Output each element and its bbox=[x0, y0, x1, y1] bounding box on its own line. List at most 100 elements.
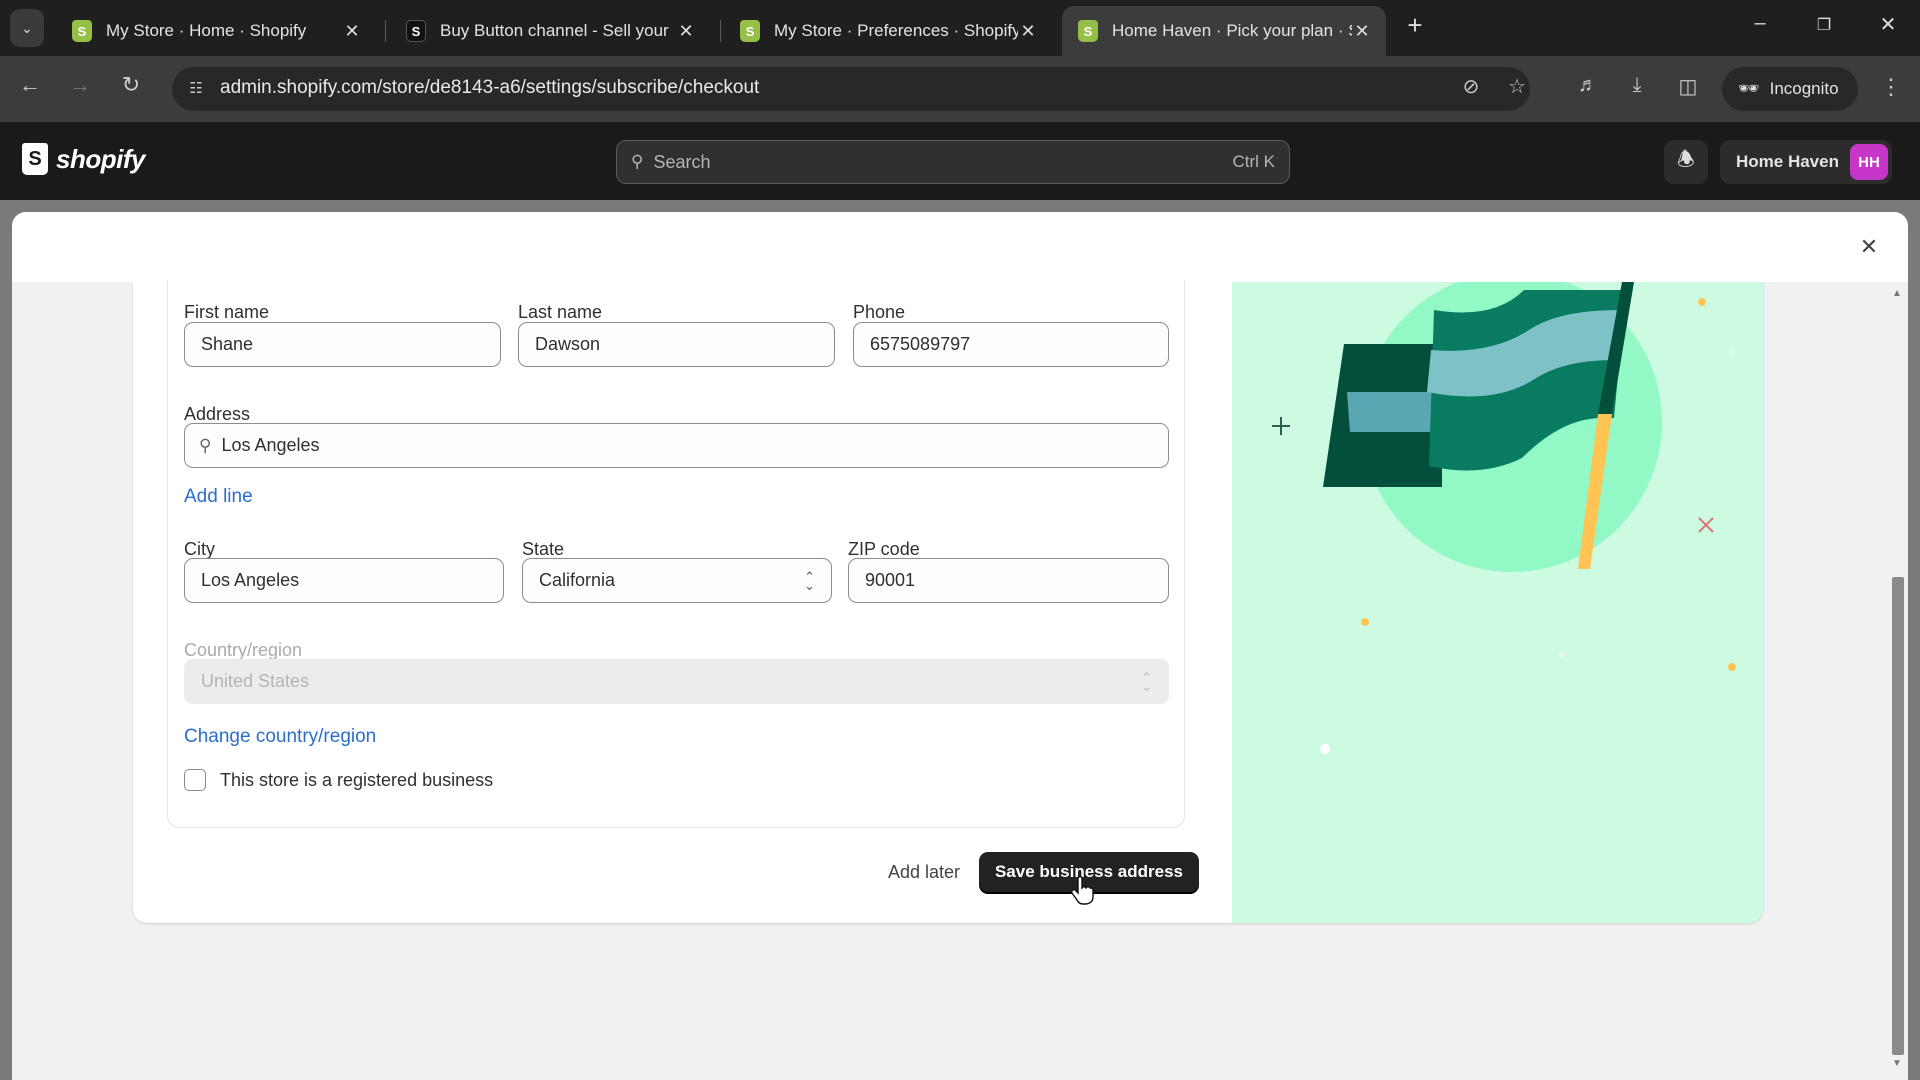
business-address-card: First name Shane Last name Dawson Phone … bbox=[133, 280, 1763, 923]
city-label: City bbox=[184, 539, 215, 559]
incognito-label: Incognito bbox=[1769, 79, 1839, 98]
download-icon[interactable]: ⤓ bbox=[1622, 74, 1652, 97]
tab-title: My Store · Preferences · Shopify bbox=[774, 21, 1018, 40]
phone-value: 6575089797 bbox=[870, 334, 971, 354]
scroll-down-arrow-icon[interactable]: ▼ bbox=[1892, 1058, 1902, 1069]
scroll-up-arrow-icon[interactable]: ▲ bbox=[1892, 288, 1902, 299]
registered-business-checkbox[interactable] bbox=[184, 769, 206, 791]
address-search-field[interactable]: ⚲ Los Angeles bbox=[184, 423, 1169, 468]
phone-label: Phone bbox=[853, 302, 906, 322]
close-icon: ✕ bbox=[1879, 14, 1897, 36]
shopify-icon: S bbox=[1078, 20, 1098, 42]
state-select[interactable]: California ⌃ ⌄ bbox=[522, 558, 832, 603]
search-shortcut: Ctrl K bbox=[1232, 152, 1276, 171]
select-chevrons-icon: ⌃ ⌄ bbox=[804, 568, 815, 593]
site-settings-icon[interactable]: ☷ bbox=[182, 76, 210, 102]
store-menu-button[interactable]: Home Haven HH bbox=[1720, 140, 1892, 184]
state-label: State bbox=[522, 539, 565, 559]
registered-business-label: This store is a registered business bbox=[220, 769, 494, 790]
change-country-link[interactable]: Change country/region bbox=[184, 726, 376, 748]
city-value: Los Angeles bbox=[201, 570, 300, 590]
reload-icon: ↻ bbox=[121, 72, 141, 97]
close-tab-icon[interactable]: ✕ bbox=[1018, 21, 1038, 42]
search-icon: ⚲ bbox=[631, 152, 644, 171]
minimize-icon: – bbox=[1754, 12, 1766, 34]
tab-title: Home Haven · Pick your plan · S bbox=[1112, 21, 1352, 40]
close-tab-icon[interactable]: ✕ bbox=[342, 21, 362, 42]
media-control-icon[interactable]: ♬ bbox=[1573, 74, 1603, 97]
hand-cursor-icon bbox=[1071, 875, 1094, 905]
last-name-value: Dawson bbox=[535, 334, 601, 354]
incognito-indicator[interactable]: 🕶 Incognito bbox=[1722, 67, 1858, 111]
registered-business-option[interactable]: This store is a registered business bbox=[184, 769, 493, 791]
phone-field[interactable]: 6575089797 bbox=[853, 322, 1169, 367]
address-form: First name Shane Last name Dawson Phone … bbox=[167, 280, 1185, 828]
star-icon[interactable]: ☆ bbox=[1502, 74, 1532, 99]
sparkle-dot bbox=[1728, 663, 1736, 671]
add-later-button[interactable]: Add later bbox=[888, 862, 960, 883]
avatar: HH bbox=[1850, 144, 1888, 180]
close-tab-icon[interactable]: ✕ bbox=[676, 21, 696, 42]
x-sparkle bbox=[1698, 517, 1714, 533]
zip-field[interactable]: 90001 bbox=[848, 558, 1169, 603]
back-button[interactable]: ← bbox=[12, 72, 48, 98]
browser-tab[interactable]: S My Store · Home · Shopify ✕ bbox=[56, 6, 376, 56]
sparkle-dot bbox=[1698, 298, 1706, 306]
last-name-field[interactable]: Dawson bbox=[518, 322, 835, 367]
zip-value: 90001 bbox=[865, 570, 916, 590]
tab-search-button[interactable]: ⌄ bbox=[10, 9, 44, 47]
tab-divider bbox=[720, 20, 721, 42]
browser-tab[interactable]: S Buy Button channel - Sell your ✕ bbox=[390, 6, 710, 56]
eye-off-icon[interactable]: ⊘ bbox=[1456, 74, 1486, 99]
restore-icon: ❐ bbox=[1816, 17, 1832, 34]
flag-back-stripe bbox=[1347, 392, 1442, 432]
zip-label: ZIP code bbox=[848, 539, 920, 559]
browser-menu-button[interactable]: ⋮ bbox=[1880, 74, 1902, 100]
search-input[interactable]: ⚲ Search Ctrl K bbox=[616, 140, 1290, 184]
shopify-icon: S bbox=[740, 20, 760, 42]
shopify-bag-icon: S bbox=[22, 143, 48, 175]
incognito-icon: 🕶 bbox=[1738, 79, 1760, 98]
browser-tab[interactable]: S My Store · Preferences · Shopify ✕ bbox=[724, 6, 1052, 56]
add-line-link[interactable]: Add line bbox=[184, 486, 253, 508]
plus-icon: + bbox=[1407, 10, 1423, 40]
forward-button[interactable]: → bbox=[62, 72, 98, 98]
sparkle-dot bbox=[1320, 744, 1330, 754]
close-window-button[interactable]: ✕ bbox=[1868, 12, 1908, 37]
browser-tab-active[interactable]: S Home Haven · Pick your plan · S ✕ bbox=[1062, 6, 1386, 56]
search-placeholder: Search bbox=[653, 151, 711, 172]
arrow-left-icon: ← bbox=[19, 72, 41, 97]
sparkle-dot bbox=[1729, 349, 1735, 355]
state-value: California bbox=[539, 570, 616, 590]
more-vertical-icon: ⋮ bbox=[1880, 74, 1902, 99]
first-name-field[interactable]: Shane bbox=[184, 322, 501, 367]
sparkle-dot bbox=[1559, 652, 1565, 658]
bell-icon: 🕭 bbox=[1677, 149, 1695, 171]
shopify-logo[interactable]: S shopify bbox=[22, 143, 145, 175]
close-tab-icon[interactable]: ✕ bbox=[1352, 21, 1372, 42]
scrollbar-thumb[interactable] bbox=[1892, 577, 1904, 1055]
shopify-wordmark: shopify bbox=[56, 143, 145, 174]
modal-header bbox=[12, 212, 1908, 282]
select-chevrons-icon: ⌃ ⌄ bbox=[1141, 669, 1152, 694]
url-text[interactable]: admin.shopify.com/store/de8143-a6/settin… bbox=[220, 77, 759, 99]
city-field[interactable]: Los Angeles bbox=[184, 558, 504, 603]
tab-title: My Store · Home · Shopify bbox=[106, 21, 307, 40]
arrow-right-icon: → bbox=[69, 72, 91, 97]
search-icon: ⚲ bbox=[199, 435, 212, 455]
address-value: Los Angeles bbox=[221, 435, 320, 455]
chevron-down-icon: ⌄ bbox=[21, 19, 33, 36]
country-value: United States bbox=[201, 671, 310, 691]
notifications-button[interactable]: 🕭 bbox=[1664, 140, 1708, 184]
buy-button-icon: S bbox=[406, 20, 426, 42]
country-select: United States ⌃ ⌄ bbox=[184, 659, 1169, 704]
reload-button[interactable]: ↻ bbox=[113, 72, 149, 98]
new-tab-button[interactable]: + bbox=[1400, 10, 1430, 41]
close-icon: ✕ bbox=[1859, 234, 1879, 259]
plus-sparkle bbox=[1272, 417, 1290, 435]
restore-button[interactable]: ❐ bbox=[1804, 15, 1844, 35]
minimize-button[interactable]: – bbox=[1740, 12, 1780, 35]
side-panel-icon[interactable]: ◫ bbox=[1673, 74, 1703, 99]
close-modal-button[interactable]: ✕ bbox=[1854, 232, 1884, 262]
flag-illustration bbox=[1272, 282, 1736, 754]
